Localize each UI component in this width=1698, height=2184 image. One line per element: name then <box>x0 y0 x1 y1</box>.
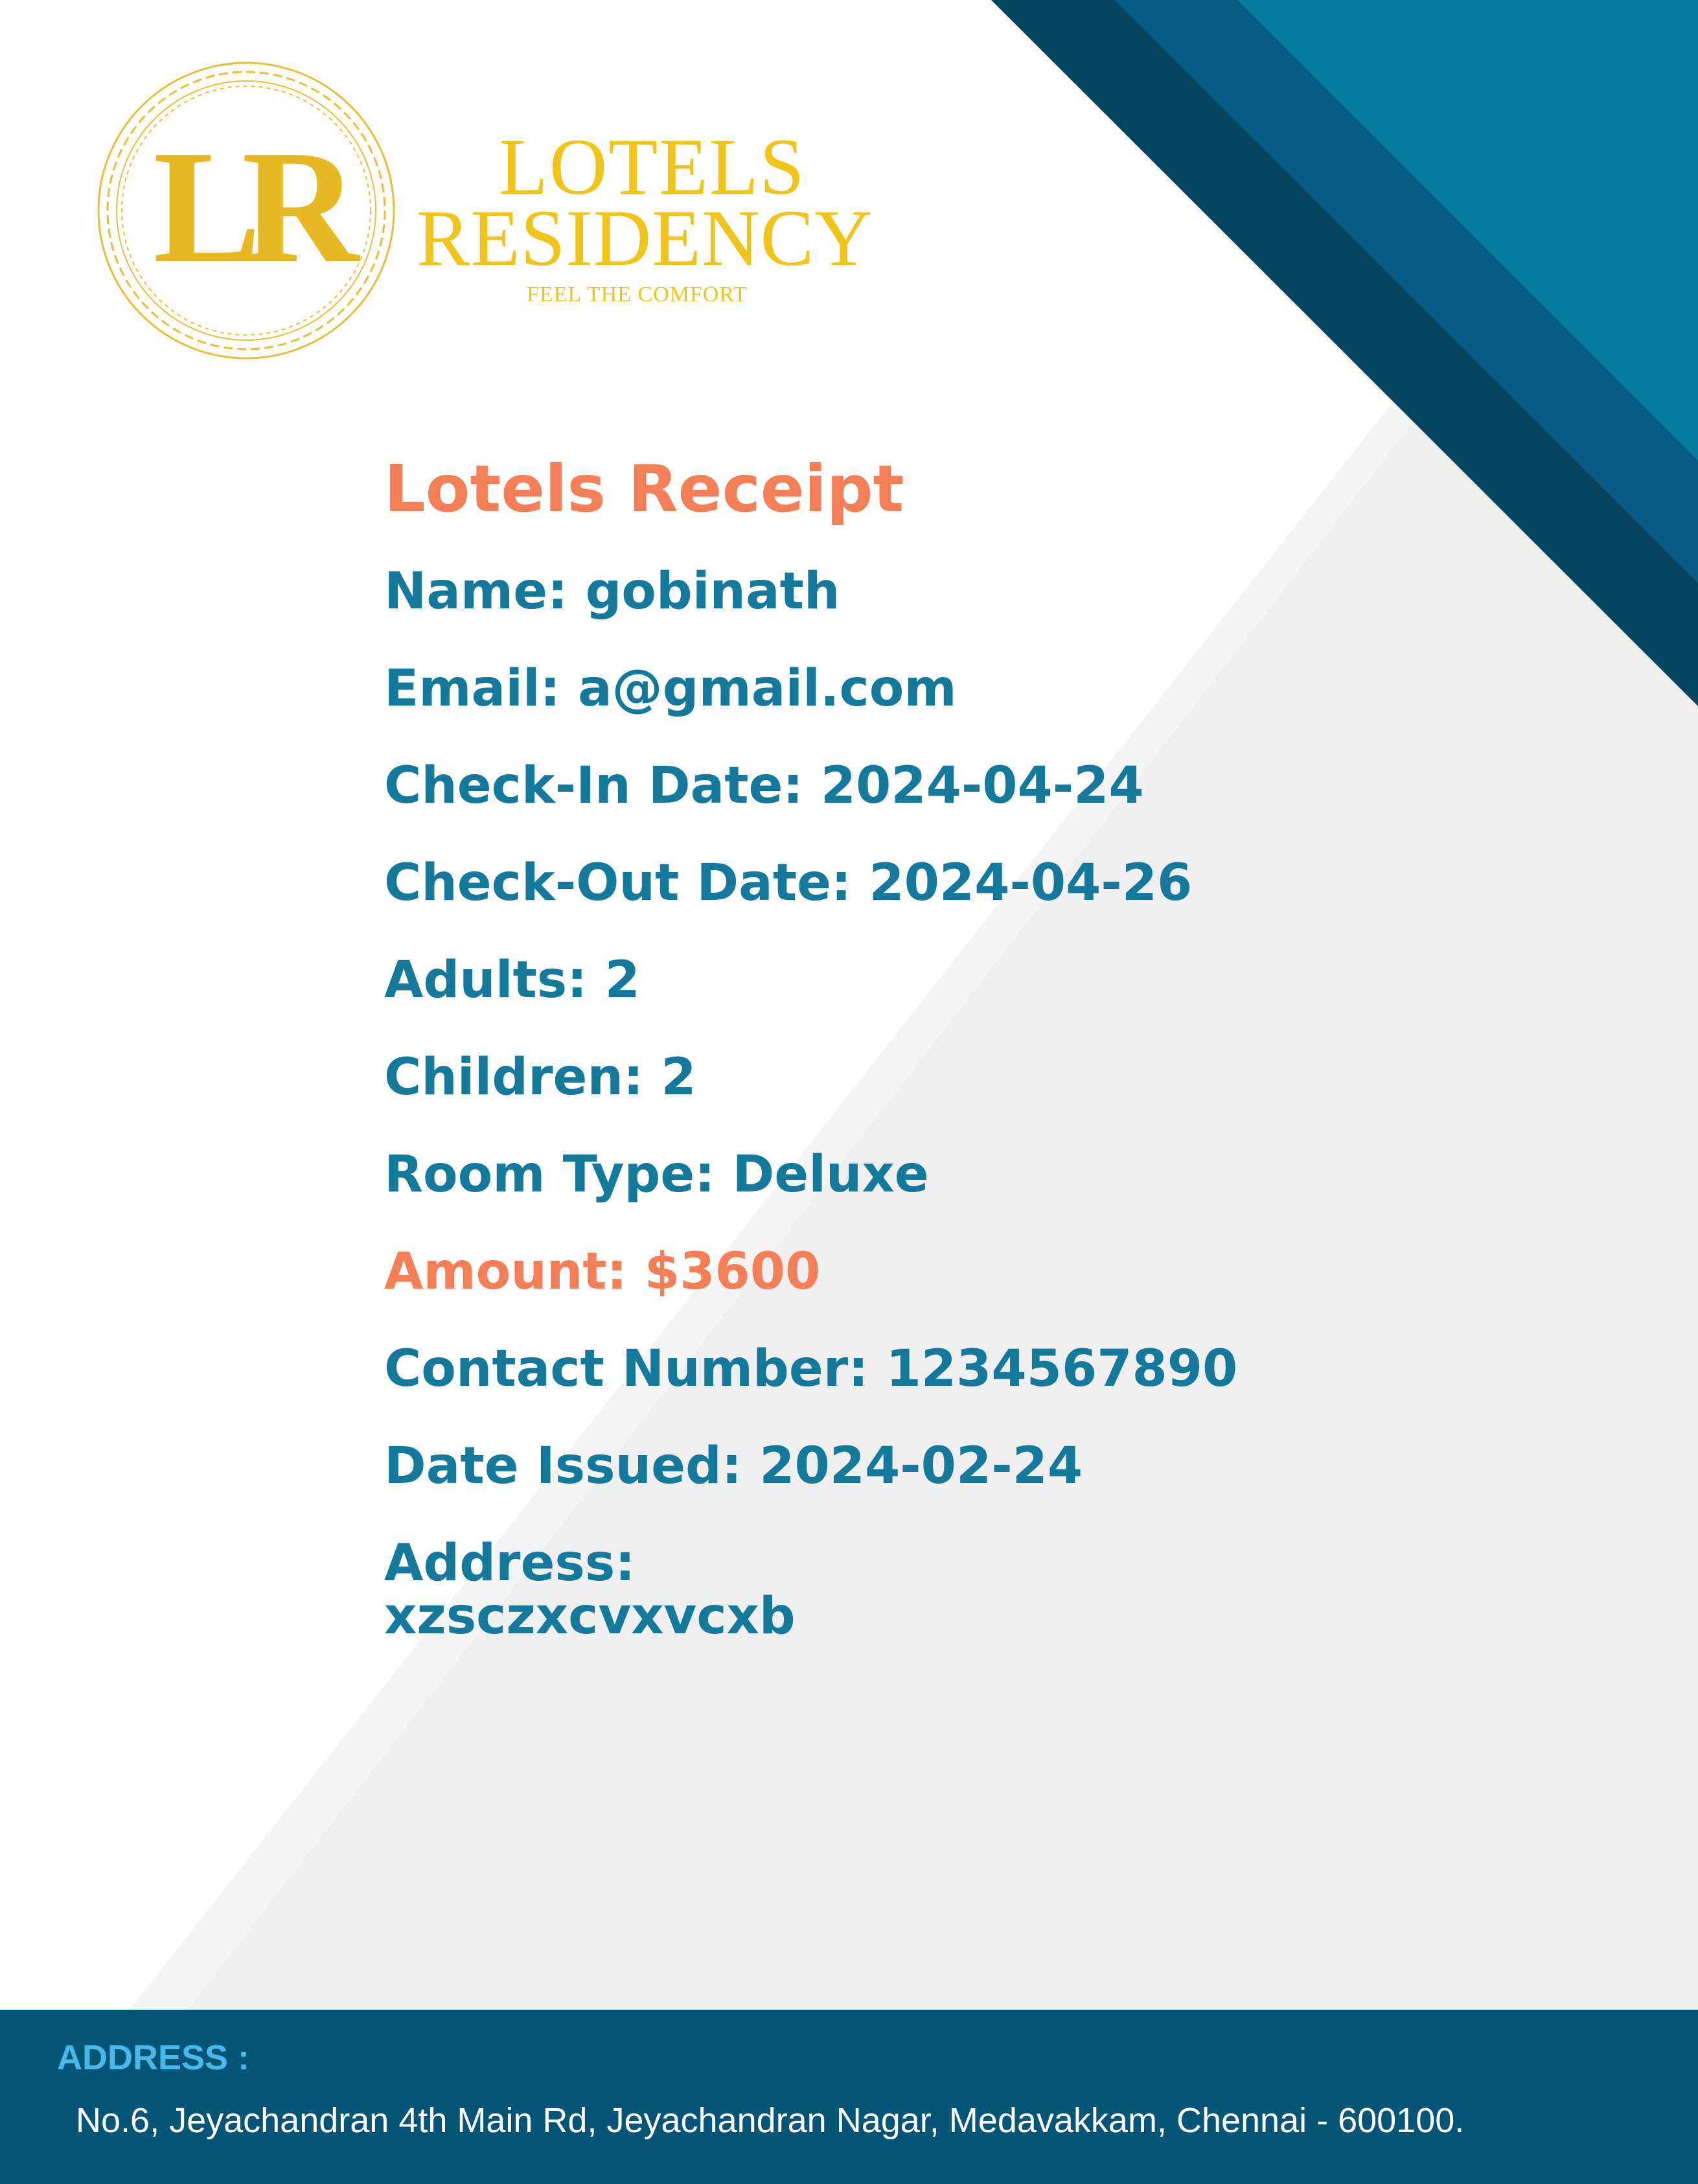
children-count: Children: 2 <box>384 1048 696 1107</box>
logo-monogram: LR <box>153 117 360 297</box>
brand-name-line2: RESIDENCY <box>417 194 873 282</box>
receipt-title: Lotels Receipt <box>384 451 904 527</box>
footer-address-heading: ADDRESS : <box>57 2038 250 2077</box>
contact-number: Contact Number: 1234567890 <box>384 1340 1238 1398</box>
date-issued: Date Issued: 2024-02-24 <box>384 1437 1083 1495</box>
brand-tagline: FEEL THE COMFORT <box>527 282 748 306</box>
address-value: xzsczxcvxvcxb <box>384 1587 796 1646</box>
logo-emblem: LR <box>97 62 395 360</box>
guest-name: Name: gobinath <box>384 562 840 621</box>
guest-email: Email: a@gmail.com <box>384 660 957 718</box>
footer: ADDRESS : No.6, Jeyachandran 4th Main Rd… <box>0 2010 1698 2184</box>
address-label: Address: <box>384 1534 636 1592</box>
footer-address-text: No.6, Jeyachandran 4th Main Rd, Jeyachan… <box>76 2101 1465 2140</box>
adults-count: Adults: 2 <box>384 951 640 1009</box>
check-out-date: Check-Out Date: 2024-04-26 <box>384 854 1193 912</box>
room-type: Room Type: Deluxe <box>384 1145 929 1204</box>
amount: Amount: $3600 <box>384 1243 821 1301</box>
check-in-date: Check-In Date: 2024-04-24 <box>384 757 1144 815</box>
